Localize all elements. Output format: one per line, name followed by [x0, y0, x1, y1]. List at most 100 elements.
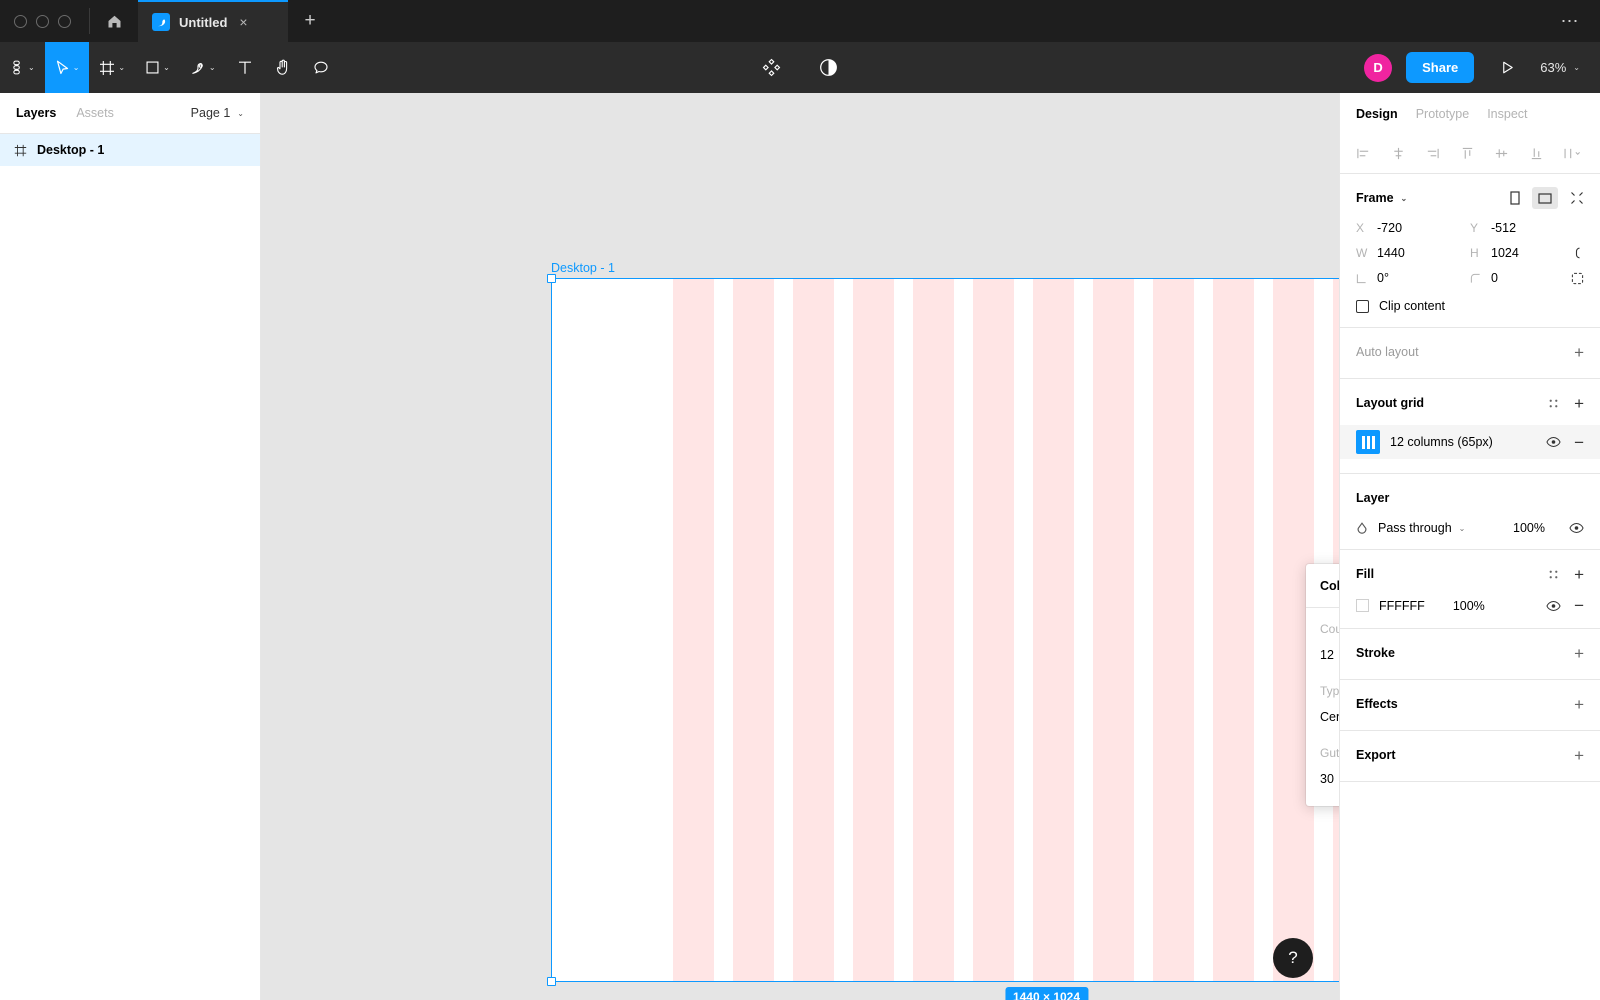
add-auto-layout-button[interactable]: +	[1574, 344, 1584, 361]
frame-icon	[14, 144, 27, 157]
grid-column	[1153, 279, 1194, 981]
tab-prototype[interactable]: Prototype	[1416, 107, 1470, 121]
gutter-input[interactable]: 30	[1320, 772, 1339, 786]
align-horizontal-center-icon[interactable]	[1391, 146, 1406, 161]
tab-assets[interactable]: Assets	[76, 106, 114, 120]
corner-radius-value: 0	[1491, 271, 1498, 285]
fill-hex-input[interactable]: FFFFFF	[1379, 599, 1425, 613]
fill-color-swatch[interactable]	[1356, 599, 1369, 612]
maximize-window-button[interactable]	[58, 14, 71, 28]
text-tool-button[interactable]	[226, 42, 264, 93]
help-button[interactable]: ?	[1273, 938, 1313, 978]
resize-handle-bottom-left[interactable]	[547, 977, 556, 986]
home-icon[interactable]	[90, 0, 138, 42]
zoom-level-button[interactable]: 63% ⌄	[1540, 60, 1580, 75]
align-left-icon[interactable]	[1356, 146, 1371, 161]
rotation-field[interactable]: 0°	[1356, 271, 1470, 285]
independent-corners-icon[interactable]	[1571, 272, 1584, 285]
corner-radius-field[interactable]: 0	[1470, 271, 1570, 285]
new-tab-button[interactable]: +	[288, 0, 332, 42]
clip-content-checkbox[interactable]	[1356, 299, 1369, 313]
layer-item-label: Desktop - 1	[37, 143, 105, 157]
pen-tool-button[interactable]: ⌄	[180, 42, 226, 93]
clip-content-row[interactable]: Clip content	[1356, 299, 1584, 313]
frame-desktop-1[interactable]: 1440 × 1024	[547, 274, 1339, 1000]
resize-handle-top-left[interactable]	[547, 274, 556, 283]
orientation-portrait-button[interactable]	[1502, 187, 1528, 209]
theme-contrast-icon[interactable]	[809, 58, 848, 77]
add-fill-button[interactable]: +	[1574, 566, 1584, 583]
popover-labels-row-1: Count Color	[1306, 622, 1339, 636]
tab-inspect[interactable]: Inspect	[1487, 107, 1527, 121]
tab-layers[interactable]: Layers	[16, 106, 56, 120]
toolbar-center-actions	[752, 42, 848, 93]
layout-grid-item[interactable]: 12 columns (65px) −	[1340, 425, 1600, 459]
align-right-icon[interactable]	[1425, 146, 1440, 161]
close-icon[interactable]: ×	[236, 12, 250, 32]
shape-tool-button[interactable]: ⌄	[135, 42, 180, 93]
visibility-eye-icon[interactable]	[1546, 436, 1561, 448]
minimize-window-button[interactable]	[36, 14, 49, 28]
popover-labels-row-3: Gutter	[1306, 746, 1339, 760]
columns-grid-swatch[interactable]	[1356, 430, 1380, 454]
share-button[interactable]: Share	[1406, 52, 1475, 83]
add-stroke-button[interactable]: +	[1574, 645, 1584, 662]
components-icon[interactable]	[752, 58, 791, 77]
add-export-button[interactable]: +	[1574, 747, 1584, 764]
auto-layout-section: Auto layout +	[1340, 328, 1600, 379]
y-value: -512	[1491, 221, 1517, 235]
figma-menu-button[interactable]: ⌄	[0, 42, 45, 93]
align-top-icon[interactable]	[1460, 146, 1475, 161]
fill-opacity-input[interactable]: 100%	[1453, 599, 1485, 613]
comment-tool-button[interactable]	[302, 42, 340, 93]
x-field[interactable]: X -720	[1356, 221, 1470, 235]
page-selector[interactable]: Page 1 ⌄	[191, 106, 244, 120]
grid-settings-icon[interactable]	[1547, 397, 1560, 410]
left-sidebar-tabs: Layers Assets Page 1 ⌄	[0, 93, 260, 134]
frame-section-title[interactable]: Frame ⌄	[1356, 191, 1407, 205]
visibility-eye-icon[interactable]	[1569, 522, 1584, 534]
width-field[interactable]: W 1440	[1356, 246, 1470, 260]
tab-design[interactable]: Design	[1356, 107, 1398, 121]
popover-values-row-2: Center ⌄ 65 0	[1306, 710, 1339, 724]
add-effect-button[interactable]: +	[1574, 696, 1584, 713]
count-input[interactable]: 12	[1320, 648, 1339, 662]
move-tool-button[interactable]: ⌄	[44, 42, 90, 93]
present-icon[interactable]	[1488, 60, 1526, 75]
distribute-icon[interactable]	[1563, 146, 1584, 161]
tab-untitled[interactable]: Untitled ×	[138, 0, 288, 42]
layer-item-desktop-1[interactable]: Desktop - 1	[0, 134, 260, 166]
remove-fill-button[interactable]: −	[1574, 597, 1584, 614]
rotation-icon	[1356, 273, 1368, 284]
orientation-landscape-button[interactable]	[1532, 187, 1558, 209]
remove-layout-grid-button[interactable]: −	[1574, 434, 1584, 451]
add-layout-grid-button[interactable]: +	[1574, 395, 1584, 412]
chevron-down-icon: ⌄	[28, 63, 35, 72]
align-bottom-icon[interactable]	[1529, 146, 1544, 161]
size-row: W 1440 H 1024	[1356, 246, 1584, 260]
visibility-eye-icon[interactable]	[1546, 600, 1561, 612]
fill-item[interactable]: FFFFFF 100% −	[1356, 597, 1584, 614]
hand-tool-button[interactable]	[264, 42, 302, 93]
layer-opacity-input[interactable]: 100%	[1513, 521, 1545, 535]
lock-aspect-ratio-icon[interactable]	[1572, 246, 1584, 260]
avatar[interactable]: D	[1364, 53, 1393, 82]
blend-mode-select[interactable]: Pass through ⌄	[1378, 521, 1465, 535]
fill-styles-icon[interactable]	[1547, 568, 1560, 581]
canvas-area[interactable]: Desktop - 1 1440 × 1024 Columns ⌄ ✕ Co	[261, 93, 1339, 1000]
close-window-button[interactable]	[14, 14, 27, 28]
height-field[interactable]: H 1024	[1470, 246, 1570, 260]
popover-body: Count Color 12 FF0000 10% Type	[1306, 608, 1339, 806]
align-vertical-center-icon[interactable]	[1494, 146, 1509, 161]
frame-tool-button[interactable]: ⌄	[89, 42, 135, 93]
layer-title: Layer	[1356, 491, 1390, 505]
count-label: Count	[1320, 622, 1339, 636]
y-field[interactable]: Y -512	[1470, 221, 1584, 235]
stroke-header: Stroke +	[1356, 641, 1584, 665]
type-select[interactable]: Center ⌄	[1320, 710, 1339, 724]
blend-mode-value: Pass through	[1378, 521, 1452, 535]
resize-to-fit-icon[interactable]	[1570, 191, 1584, 205]
frame-name-label[interactable]: Desktop - 1	[551, 261, 615, 275]
more-options-icon[interactable]: ⋯	[1541, 0, 1600, 42]
